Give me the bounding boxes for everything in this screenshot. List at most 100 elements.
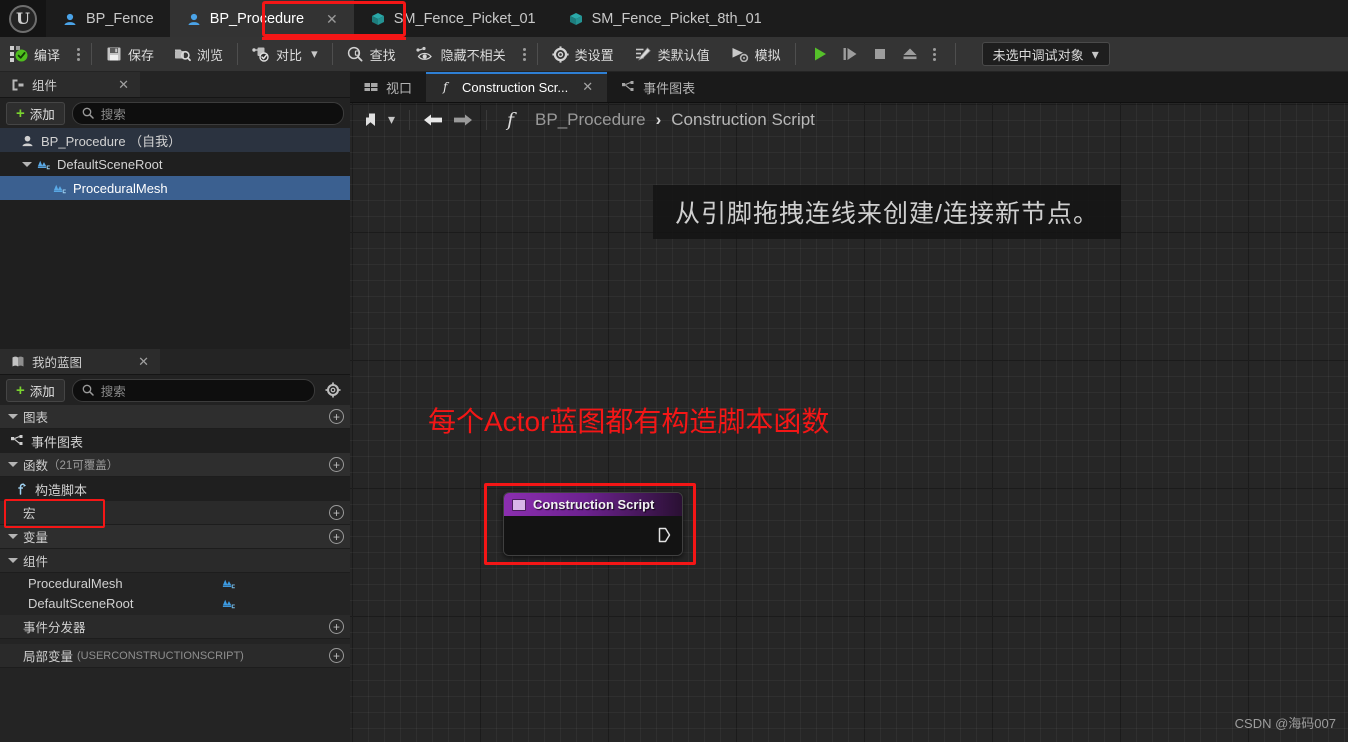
step-icon[interactable] bbox=[836, 41, 864, 67]
tab-event-graph[interactable]: 事件图表 bbox=[607, 72, 709, 102]
section-event-dispatchers[interactable]: 事件分发器 + bbox=[0, 615, 350, 639]
toolbar-divider bbox=[794, 43, 796, 65]
scene-component-icon bbox=[36, 157, 51, 172]
eject-icon[interactable] bbox=[896, 41, 924, 67]
search-icon bbox=[82, 107, 94, 119]
tab-components-label: 组件 bbox=[32, 79, 58, 93]
add-component-button[interactable]: + 添加 bbox=[6, 101, 65, 125]
asset-tab-bp-fence[interactable]: BP_Fence bbox=[46, 0, 170, 37]
compile-button[interactable]: 编译 bbox=[0, 37, 70, 72]
compile-options-kebab[interactable] bbox=[70, 37, 87, 72]
asset-tab-label: SM_Fence_Picket_01 bbox=[393, 10, 536, 27]
tree-row-procedural-mesh[interactable]: ProceduralMesh bbox=[0, 176, 350, 200]
add-event-dispatcher-button[interactable]: + bbox=[329, 619, 344, 634]
section-variables-label: 变量 bbox=[23, 531, 49, 545]
add-component-label: 添加 bbox=[29, 107, 55, 122]
construction-script-node[interactable]: Construction Script bbox=[503, 492, 683, 556]
section-components-group[interactable]: 组件 bbox=[0, 549, 350, 573]
tree-row-default-scene-root[interactable]: DefaultSceneRoot bbox=[0, 152, 350, 176]
twirl-down-icon[interactable] bbox=[20, 161, 34, 167]
browse-button[interactable]: 浏览 bbox=[164, 37, 233, 72]
tab-components[interactable]: 组件 ✕ bbox=[0, 72, 140, 97]
section-macros[interactable]: 宏 + bbox=[0, 501, 350, 525]
add-variable-button[interactable]: + bbox=[329, 529, 344, 544]
list-item-construction-script[interactable]: 构造脚本 bbox=[0, 477, 350, 501]
breadcrumb-parent[interactable]: BP_Procedure bbox=[535, 110, 646, 130]
hide-unrelated-button[interactable]: 隐藏不相关 bbox=[406, 37, 516, 72]
arrow-left-icon[interactable] bbox=[420, 107, 446, 133]
close-icon[interactable]: ✕ bbox=[116, 354, 149, 370]
blueprint-actor-icon bbox=[20, 133, 35, 148]
twirl-down-icon[interactable] bbox=[6, 558, 20, 563]
static-mesh-icon bbox=[568, 11, 584, 27]
my-blueprint-toolbar: + 添加 搜索 bbox=[0, 375, 350, 405]
tree-row-bp-procedure-self[interactable]: BP_Procedure （自我） bbox=[0, 128, 350, 152]
section-functions-suffix: （21可覆盖） bbox=[48, 459, 119, 472]
asset-tab-bar: U BP_Fence BP_Procedure ✕ SM_Fence_Picke… bbox=[0, 0, 1348, 37]
list-item-label: 事件图表 bbox=[31, 434, 84, 450]
list-item-event-graph[interactable]: 事件图表 bbox=[0, 429, 350, 453]
close-icon[interactable]: ✕ bbox=[96, 77, 129, 93]
breadcrumb-current: Construction Script bbox=[671, 109, 815, 129]
bookmark-icon[interactable] bbox=[358, 107, 384, 133]
debug-object-dropdown[interactable]: 未选中调试对象 ▾ bbox=[981, 42, 1110, 66]
add-blueprint-item-label: 添加 bbox=[29, 384, 55, 399]
stop-icon[interactable] bbox=[866, 41, 894, 67]
tab-construction-script[interactable]: f Construction Scr... ✕ bbox=[426, 72, 608, 102]
add-blueprint-item-button[interactable]: + 添加 bbox=[6, 378, 65, 402]
asset-tab-sm-fence-picket-8th-01[interactable]: SM_Fence_Picket_8th_01 bbox=[551, 0, 778, 37]
add-macro-button[interactable]: + bbox=[329, 505, 344, 520]
graph-canvas[interactable]: 从引脚拖拽连线来创建/连接新节点。 每个Actor蓝图都有构造脚本函数 Cons… bbox=[350, 103, 1348, 742]
find-button[interactable]: 查找 bbox=[337, 37, 406, 72]
hide-unrelated-options-kebab[interactable] bbox=[516, 37, 533, 72]
compile-label: 编译 bbox=[34, 47, 61, 63]
twirl-down-icon[interactable] bbox=[6, 414, 20, 419]
asset-tab-bp-procedure[interactable]: BP_Procedure ✕ bbox=[169, 0, 354, 37]
event-graph-icon bbox=[621, 80, 635, 94]
twirl-down-icon[interactable] bbox=[6, 534, 20, 539]
asset-tab-sm-fence-picket-01[interactable]: SM_Fence_Picket_01 bbox=[353, 0, 552, 37]
transport-options-kebab[interactable] bbox=[926, 37, 943, 72]
search-icon bbox=[82, 384, 94, 396]
diff-button[interactable]: 对比 ▾ bbox=[242, 37, 328, 72]
add-graph-button[interactable]: + bbox=[329, 409, 344, 424]
tab-my-blueprint[interactable]: 我的蓝图 ✕ bbox=[0, 349, 160, 374]
play-icon[interactable] bbox=[806, 41, 834, 67]
section-local-variables[interactable]: 局部变量 (USERCONSTRUCTIONSCRIPT) + bbox=[0, 644, 350, 668]
class-defaults-icon bbox=[634, 46, 652, 62]
bookmark-chevron-down-icon[interactable]: ▾ bbox=[388, 111, 395, 128]
tab-viewport[interactable]: 视口 bbox=[350, 72, 426, 102]
add-function-button[interactable]: + bbox=[329, 457, 344, 472]
browse-icon bbox=[174, 46, 191, 62]
my-blueprint-search-input[interactable]: 搜索 bbox=[71, 378, 315, 402]
class-settings-button[interactable]: 类设置 bbox=[542, 37, 624, 72]
twirl-down-icon[interactable] bbox=[6, 462, 20, 467]
components-search-input[interactable]: 搜索 bbox=[71, 101, 344, 125]
simulate-button[interactable]: 模拟 bbox=[720, 37, 791, 72]
add-local-variable-button[interactable]: + bbox=[329, 648, 344, 663]
class-defaults-button[interactable]: 类默认值 bbox=[624, 37, 720, 72]
section-graphs[interactable]: 图表 + bbox=[0, 405, 350, 429]
exec-output-pin[interactable] bbox=[658, 527, 671, 543]
function-entry-icon bbox=[512, 498, 526, 511]
breadcrumb-separator-icon: › bbox=[655, 109, 662, 129]
section-graphs-label: 图表 bbox=[23, 411, 49, 425]
chevron-down-icon[interactable]: ▾ bbox=[311, 46, 318, 62]
simulate-icon bbox=[730, 46, 749, 62]
components-panel-tabrow: 组件 ✕ bbox=[0, 72, 350, 98]
gear-icon[interactable] bbox=[322, 382, 344, 398]
close-icon[interactable]: ✕ bbox=[326, 12, 338, 26]
save-button[interactable]: 保存 bbox=[96, 37, 164, 72]
close-icon[interactable]: ✕ bbox=[582, 79, 593, 95]
asset-tab-label: BP_Procedure bbox=[209, 10, 305, 27]
list-item-procedural-mesh-var[interactable]: ProceduralMesh bbox=[0, 573, 350, 593]
arrow-right-icon[interactable] bbox=[450, 107, 476, 133]
section-functions[interactable]: 函数 （21可覆盖） + bbox=[0, 453, 350, 477]
scene-component-icon bbox=[221, 576, 236, 591]
tree-row-label: BP_Procedure （自我） bbox=[41, 133, 182, 149]
ue-logo-glyph: U bbox=[9, 4, 37, 33]
list-item-default-scene-root-var[interactable]: DefaultSceneRoot bbox=[0, 593, 350, 613]
section-variables[interactable]: 变量 + bbox=[0, 525, 350, 549]
function-icon: f bbox=[503, 109, 523, 131]
unreal-engine-logo[interactable]: U bbox=[0, 0, 46, 37]
